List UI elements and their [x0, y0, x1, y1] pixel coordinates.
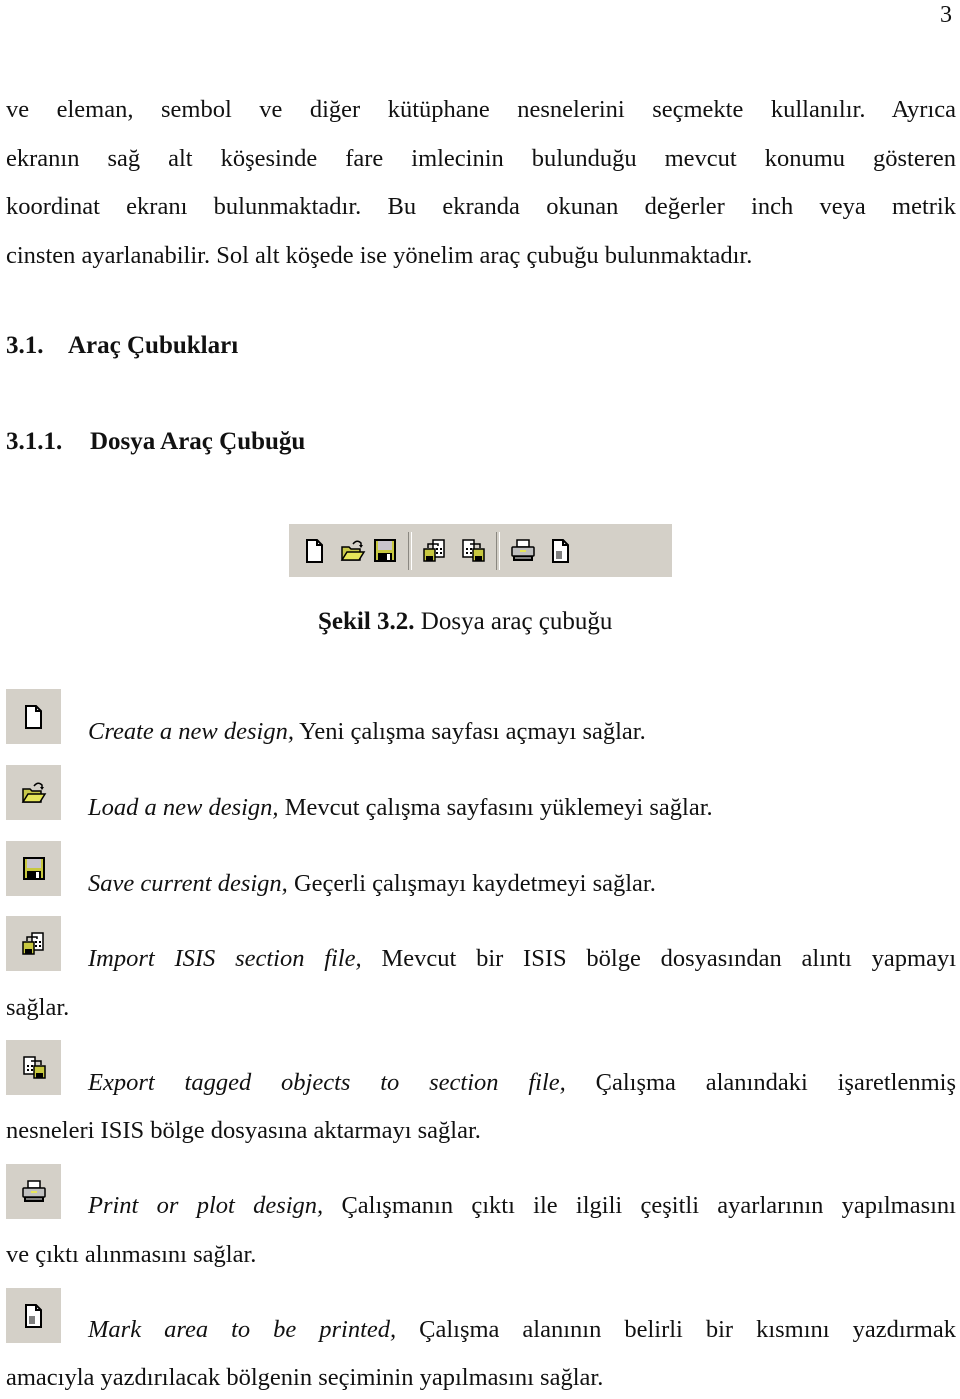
- toolbar-separator: [496, 531, 500, 570]
- command-name: Import ISIS section file,: [88, 945, 362, 972]
- save-design-icon: [6, 841, 61, 896]
- import-section-icon: [419, 533, 451, 569]
- subsection-title: Dosya Araç Çubuğu: [90, 428, 306, 455]
- export-section-icon: [457, 533, 489, 569]
- list-item: Print or plot design, Çalışmanın çıktı i…: [88, 1192, 956, 1220]
- mark-print-area-icon: [6, 1288, 61, 1343]
- export-section-icon: [6, 1040, 61, 1095]
- figure-caption-text: Dosya araç çubuğu: [414, 608, 613, 635]
- print-icon: [6, 1164, 61, 1219]
- mark-print-area-icon: [545, 533, 577, 569]
- command-name: Save current design,: [88, 870, 288, 897]
- list-item: Save current design, Geçerli çalışmayı k…: [88, 870, 656, 898]
- command-description: Geçerli çalışmayı kaydetmeyi sağlar.: [287, 870, 656, 897]
- command-description: Çalışma alanındaki işaretlenmiş: [565, 1069, 956, 1096]
- import-section-icon: [6, 916, 61, 971]
- intro-paragraph: ve eleman, sembol ve diğer kütüphane nes…: [6, 86, 956, 280]
- command-name: Print or plot design,: [88, 1192, 324, 1219]
- new-design-icon: [6, 689, 61, 744]
- command-name: Create a new design,: [88, 718, 294, 745]
- text-line: ve eleman, sembol ve diğer kütüphane nes…: [6, 96, 956, 123]
- list-item: Load a new design, Mevcut çalışma sayfas…: [88, 794, 713, 822]
- section-heading: 3.1. Araç Çubukları: [6, 332, 238, 360]
- list-item-continuation: sağlar.: [6, 994, 70, 1021]
- file-toolbar-figure: [289, 524, 672, 577]
- command-description: Çalışma alanının belirli bir kısmını yaz…: [396, 1316, 956, 1343]
- command-description: Yeni çalışma sayfası açmayı sağlar.: [293, 718, 646, 745]
- page-number: 3: [940, 2, 952, 28]
- subsection-number: 3.1.1.: [6, 428, 63, 455]
- figure-label: Şekil 3.2.: [318, 608, 415, 635]
- save-design-icon: [369, 533, 401, 569]
- print-icon: [507, 533, 539, 569]
- section-number: 3.1.: [6, 332, 44, 359]
- text-line: cinsten ayarlanabilir. Sol alt köşede is…: [6, 241, 753, 269]
- command-description: Mevcut çalışma sayfasını yüklemeyi sağla…: [278, 794, 713, 821]
- command-description: Çalışmanın çıktı ile ilgili çeşitli ayar…: [323, 1192, 956, 1219]
- command-description: Mevcut bir ISIS bölge dosyasından alıntı…: [361, 945, 957, 972]
- text-line: koordinat ekranı bulunmaktadır. Bu ekran…: [6, 193, 956, 220]
- toolbar-separator: [408, 531, 412, 570]
- list-item-continuation: amacıyla yazdırılacak bölgenin seçiminin…: [6, 1364, 604, 1391]
- open-design-icon: [6, 765, 61, 820]
- command-name: Load a new design,: [88, 794, 279, 821]
- command-name: Export tagged objects to section file,: [88, 1069, 566, 1096]
- list-item-continuation: ve çıktı alınmasını sağlar.: [6, 1241, 257, 1268]
- text-line: ekranın sağ alt köşesinde fare imlecinin…: [6, 144, 956, 172]
- new-design-icon: [299, 533, 331, 569]
- list-item-continuation: nesneleri ISIS bölge dosyasına aktarmayı…: [6, 1117, 481, 1144]
- figure-caption: Şekil 3.2. Dosya araç çubuğu: [318, 608, 612, 636]
- list-item: Import ISIS section file, Mevcut bir ISI…: [88, 945, 956, 973]
- section-title: Araç Çubukları: [68, 332, 239, 359]
- list-item: Export tagged objects to section file, Ç…: [88, 1069, 956, 1097]
- subsection-heading: 3.1.1. Dosya Araç Çubuğu: [6, 428, 305, 456]
- list-item: Mark area to be printed, Çalışma alanını…: [88, 1316, 956, 1344]
- list-item: Create a new design, Yeni çalışma sayfas…: [88, 718, 646, 746]
- command-name: Mark area to be printed,: [88, 1316, 397, 1343]
- open-design-icon: [337, 533, 369, 569]
